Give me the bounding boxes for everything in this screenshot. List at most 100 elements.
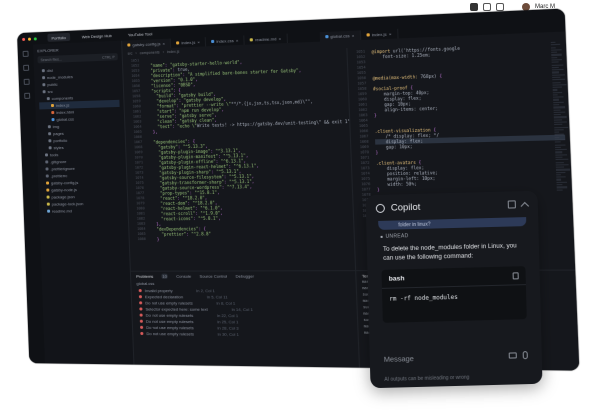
problem-text: Expected declaration	[144, 293, 184, 299]
tree-item-label: pages	[52, 130, 64, 137]
copilot-panel: Copilot folder in linux? UNREAD To delet…	[365, 190, 543, 389]
md-file-icon	[47, 209, 51, 213]
copilot-icon	[375, 203, 385, 213]
css-file-icon	[51, 118, 55, 122]
error-icon	[138, 294, 142, 298]
open-external-icon[interactable]	[507, 200, 516, 209]
panel-tab[interactable]: Source Control	[199, 273, 227, 278]
editor-tab-label: index.js	[181, 39, 196, 46]
tree-item-label: styles	[53, 144, 64, 151]
window-tab[interactable]: Web Design Hub	[78, 31, 116, 41]
window-tab[interactable]: YouTube Tool	[124, 29, 157, 39]
folder-icon	[48, 132, 52, 136]
json-file-icon	[46, 195, 50, 199]
problem-text: Do not use empty rulesets	[146, 324, 194, 330]
user-message-text: folder in linux?	[398, 221, 431, 229]
file-icon	[45, 167, 49, 171]
minimize-window-button[interactable]	[27, 37, 31, 41]
tree-item-label: package.json	[51, 194, 75, 200]
editor-tab-label: global.css	[330, 33, 350, 40]
problems-file: global.css	[136, 280, 155, 287]
js-file-icon	[46, 188, 50, 192]
window-tab[interactable]: Portfolio	[47, 32, 70, 42]
files-icon[interactable]	[22, 50, 29, 57]
extensions-icon[interactable]	[24, 92, 31, 99]
copilot-title: Copilot	[390, 201, 421, 214]
copy-icon[interactable]	[512, 271, 519, 280]
folder-icon	[48, 146, 52, 150]
js-file-icon	[46, 181, 50, 185]
problems-panel: Problems 10 Console Source Control Debugger …	[130, 271, 361, 368]
problem-text: Do not use empty rulesets	[145, 299, 193, 306]
js-file-icon	[127, 43, 131, 47]
tree-item-label: src	[47, 88, 53, 95]
close-tab-icon[interactable]: ×	[389, 31, 392, 36]
tree-item-label: index.js	[55, 102, 70, 108]
source-control-icon[interactable]	[23, 78, 30, 85]
assistant-message: To delete the node_modules folder in Lin…	[382, 242, 517, 262]
tree-item-label: .gitignore	[50, 159, 67, 165]
tree-item-label: package-lock.json	[51, 201, 84, 207]
folder-icon	[42, 90, 46, 94]
unread-label: UNREAD	[385, 233, 409, 240]
folder-icon	[42, 83, 46, 87]
code-block: bash rm -rf node_modules	[381, 266, 527, 324]
disclaimer-text: AI outputs can be misleading or wrong	[384, 374, 470, 383]
close-tab-icon[interactable]: ×	[197, 39, 200, 44]
close-tab-icon[interactable]: ×	[236, 38, 239, 43]
editor-tab-label: index.js	[371, 31, 387, 38]
problem-location: ln 30, Col 1	[217, 331, 239, 337]
css-file-icon	[324, 35, 329, 39]
problem-row[interactable]: Do not use empty rulesets ln 30, Col 1	[133, 330, 358, 338]
folder-icon	[41, 69, 45, 73]
problem-text: Do not use empty rulesets	[145, 318, 194, 324]
js-file-icon	[50, 103, 55, 108]
code-content: rm -rf node_modules	[389, 294, 458, 303]
problem-text: Do not use empty rulesets	[146, 330, 194, 336]
problem-location: ln 14, Col 1	[231, 306, 253, 312]
tree-item-label: components	[51, 95, 74, 102]
panel-tab[interactable]: Problems	[136, 273, 153, 278]
error-icon	[139, 300, 143, 304]
breadcrumb-item[interactable]: components	[140, 50, 160, 55]
message-input[interactable]: Message	[369, 340, 542, 374]
breadcrumb-item[interactable]: index.js	[167, 49, 180, 54]
close-tab-icon[interactable]: ×	[162, 41, 165, 46]
folder-icon	[44, 153, 49, 157]
error-icon	[140, 325, 144, 329]
search-icon[interactable]	[23, 64, 30, 71]
chevron-up-icon[interactable]	[520, 201, 530, 210]
folder-icon	[47, 125, 51, 129]
camera-icon[interactable]	[508, 352, 517, 359]
microphone-icon[interactable]	[522, 351, 528, 360]
problems-count-badge: 10	[161, 273, 169, 279]
problem-location: ln 28, Col 3	[217, 324, 239, 331]
file-search-input[interactable]: Search files... CTRL P	[37, 53, 118, 64]
problem-text: Do not use empty rulesets	[145, 312, 194, 318]
problem-location: ln 22, Col 1	[216, 312, 239, 318]
error-icon	[138, 288, 142, 292]
problem-location: ln 5, Col 11	[206, 293, 228, 299]
tree-item-label: index.html	[56, 109, 75, 115]
window-tab-label: Web Design Hub	[81, 32, 112, 39]
panel-tab[interactable]: Console	[176, 273, 191, 278]
breadcrumb-separator: ›	[135, 50, 137, 55]
breadcrumb-item[interactable]: src	[128, 51, 133, 55]
editor-pane-left[interactable]: 1051 1052 1053 1054 1055 1056 1057 1058 1059 1060…	[122, 47, 357, 271]
close-window-button[interactable]	[22, 37, 26, 41]
editor-tab-label: readme.md	[254, 36, 277, 43]
close-tab-icon[interactable]: ×	[352, 33, 355, 38]
tree-item-label: global.css	[56, 116, 75, 122]
maximize-window-button[interactable]	[33, 36, 37, 40]
search-shortcut: CTRL P	[101, 54, 115, 60]
file-explorer: EXPLORER Search files... CTRL P dist node…	[33, 40, 135, 365]
close-tab-icon[interactable]: ×	[278, 36, 281, 41]
line-number: 1086	[137, 236, 146, 242]
tree-item-label: portfolio	[53, 137, 68, 144]
problem-text: Invalid property	[144, 287, 173, 293]
folder-icon	[46, 97, 50, 101]
md-file-icon	[249, 38, 254, 42]
tree-item[interactable]: readme.md	[43, 207, 124, 215]
tree-item-label: .prettierignore	[50, 165, 75, 172]
panel-tab[interactable]: Debugger	[235, 273, 254, 278]
